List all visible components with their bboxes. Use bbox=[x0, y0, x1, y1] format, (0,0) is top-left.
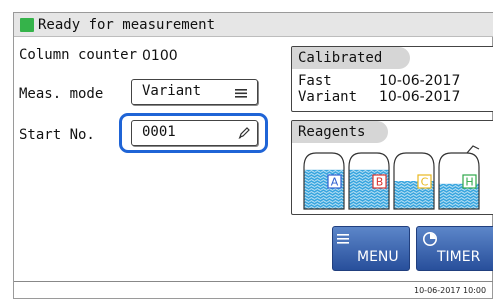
column-counter-value: 0100 bbox=[142, 48, 178, 64]
reagent-label-letter: B bbox=[376, 176, 384, 189]
meas-mode-value: Variant bbox=[142, 83, 202, 99]
calibrated-header: Calibrated bbox=[292, 47, 410, 69]
reagent-label-letter: C bbox=[421, 176, 429, 189]
start-no-value: 0001 bbox=[142, 124, 176, 140]
start-no-label: Start No. bbox=[19, 127, 95, 143]
reagents-panel[interactable]: Reagents A B C H bbox=[291, 120, 493, 215]
menu-button[interactable]: MENU bbox=[332, 226, 410, 271]
reagents-title: Reagents bbox=[298, 124, 366, 140]
list-icon bbox=[235, 89, 247, 98]
pencil-icon bbox=[238, 127, 250, 139]
calibrated-row-name: Variant bbox=[298, 89, 358, 105]
start-no-input[interactable]: 0001 bbox=[131, 120, 258, 146]
footer-timestamp: 10-06-2017 10:00 bbox=[414, 286, 487, 295]
calibrated-row-date: 10-06-2017 bbox=[379, 89, 461, 105]
meas-mode-select[interactable]: Variant bbox=[131, 79, 258, 105]
reagent-label-letter: A bbox=[331, 176, 339, 189]
reagent-label-letter: H bbox=[465, 176, 473, 189]
clock-icon bbox=[423, 232, 437, 246]
title-bar: Ready for measurement bbox=[14, 13, 493, 37]
timer-button-label: TIMER bbox=[437, 249, 481, 265]
calibrated-row-date: 10-06-2017 bbox=[379, 73, 461, 89]
calibrated-row-name: Fast bbox=[298, 73, 332, 89]
main-window: Ready for measurement Column counter 010… bbox=[13, 12, 493, 299]
reagents-header: Reagents bbox=[292, 121, 388, 143]
status-indicator-icon bbox=[20, 18, 34, 32]
menu-icon bbox=[337, 234, 349, 244]
calibrated-title: Calibrated bbox=[298, 50, 383, 66]
footer-divider bbox=[14, 281, 493, 282]
column-counter-label: Column counter bbox=[19, 47, 138, 63]
timer-button[interactable]: TIMER bbox=[416, 226, 493, 271]
reagent-bottles: ABCH bbox=[303, 145, 480, 210]
bottle-spout-icon bbox=[466, 145, 480, 154]
window-title: Ready for measurement bbox=[38, 17, 216, 33]
meas-mode-label: Meas. mode bbox=[19, 86, 104, 102]
calibrated-panel: Calibrated Fast 10-06-2017 Variant 10-06… bbox=[291, 46, 493, 112]
menu-button-label: MENU bbox=[357, 249, 399, 265]
